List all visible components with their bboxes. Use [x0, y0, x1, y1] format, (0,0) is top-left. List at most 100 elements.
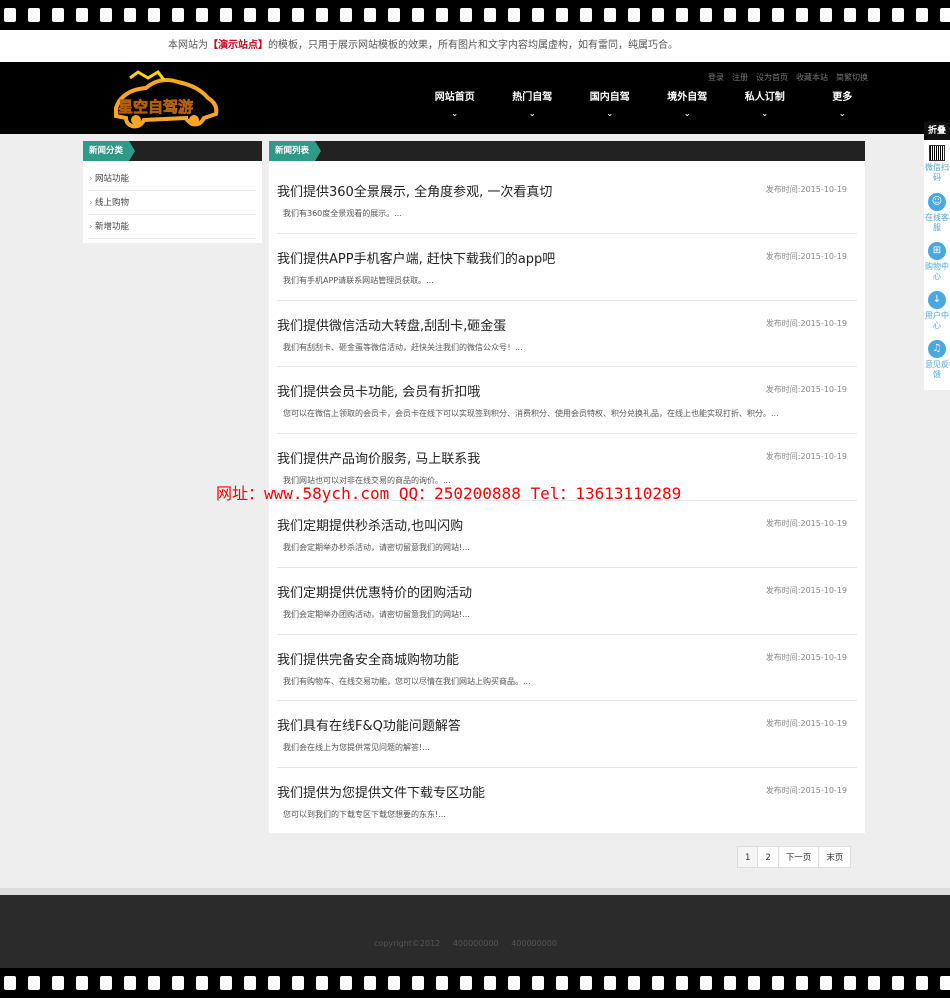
- news-summary: 我们会定期举办团购活动，请密切留意我们的网站!...: [283, 609, 470, 619]
- film-hole: [436, 976, 448, 990]
- film-hole: [28, 976, 40, 990]
- cart-icon: ⊞: [928, 242, 946, 260]
- top-link[interactable]: 注册: [732, 73, 748, 82]
- pager-link[interactable]: 下一页: [777, 846, 820, 868]
- film-hole: [580, 976, 592, 990]
- film-hole: [148, 976, 160, 990]
- film-hole: [436, 8, 448, 22]
- film-hole: [748, 8, 760, 22]
- nav-item[interactable]: 境外自驾 ⌄: [649, 90, 727, 120]
- chevron-down-icon: ⌄: [451, 109, 459, 118]
- film-hole: [76, 8, 88, 22]
- float-item[interactable]: ⊞ 购物中心: [924, 238, 950, 287]
- fold-button[interactable]: 折叠: [924, 122, 950, 140]
- film-hole: [916, 976, 928, 990]
- logo-text: 星空自驾游: [118, 98, 193, 116]
- film-hole: [700, 8, 712, 22]
- pager-link[interactable]: 1: [737, 846, 759, 868]
- film-hole: [100, 8, 112, 22]
- film-hole: [172, 976, 184, 990]
- category-item[interactable]: 网站功能: [89, 167, 256, 191]
- category-item[interactable]: 线上购物: [89, 191, 256, 215]
- news-title-link[interactable]: 我们定期提供优惠特价的团购活动: [277, 582, 472, 601]
- news-title-link[interactable]: 我们提供产品询价服务, 马上联系我: [277, 448, 480, 467]
- news-date-prefix: 发布时间:: [765, 652, 801, 662]
- news-date: 发布时间:2015-10-19: [766, 585, 847, 596]
- top-link[interactable]: 收藏本站: [796, 73, 828, 82]
- nav-item[interactable]: 网站首页 ⌄: [416, 90, 494, 120]
- film-hole: [388, 8, 400, 22]
- film-hole: [508, 8, 520, 22]
- float-item-label: 用户中心: [925, 311, 949, 330]
- pagination: 1 2 下一页 末页: [737, 846, 852, 868]
- pager-link[interactable]: 2: [757, 846, 779, 868]
- news-date-prefix: 发布时间:: [765, 452, 801, 462]
- news-date-value: 2015-10-19: [800, 518, 848, 528]
- float-item[interactable]: 微信扫码: [924, 140, 950, 189]
- news-summary: 您可以在微信上领取的会员卡，会员卡在线下可以实现签到积分、消费积分、使用会员特权…: [283, 409, 779, 419]
- watermark-text: 网址：www.58ych.com QQ：250200888 Tel：136131…: [216, 484, 682, 503]
- nav-item[interactable]: 更多 ⌄: [804, 90, 882, 120]
- category-item[interactable]: 新增功能: [89, 215, 256, 239]
- film-strip-top: [0, 0, 950, 30]
- news-list-header: 新闻列表: [269, 141, 865, 161]
- category-header: 新闻分类: [83, 141, 262, 161]
- news-date: 发布时间:2015-10-19: [766, 318, 847, 329]
- news-title-link[interactable]: 我们具有在线F&Q功能问题解答: [277, 715, 461, 734]
- notice-highlight: 【演示站点】: [208, 40, 268, 51]
- nav-item[interactable]: 热门自驾 ⌄: [494, 90, 572, 120]
- float-item-label: 在线客服: [925, 213, 949, 232]
- news-date-value: 2015-10-19: [800, 251, 848, 261]
- news-date-value: 2015-10-19: [800, 585, 848, 595]
- film-hole: [196, 976, 208, 990]
- news-title-link[interactable]: 我们提供完备安全商城购物功能: [277, 649, 459, 668]
- news-title-link[interactable]: 我们提供APP手机客户端, 赶快下载我们的app吧: [277, 248, 555, 267]
- pager-link[interactable]: 末页: [818, 846, 852, 868]
- film-hole: [364, 976, 376, 990]
- film-hole: [604, 976, 616, 990]
- news-summary: 我们会定期举办秒杀活动，请密切留意我们的网站!...: [283, 542, 470, 552]
- news-date-prefix: 发布时间:: [765, 719, 801, 729]
- news-title-link[interactable]: 我们提供微信活动大转盘,刮刮卡,砸金蛋: [277, 315, 506, 334]
- nav-item-label: 热门自驾: [512, 92, 553, 103]
- site-logo[interactable]: 星空自驾游: [108, 68, 224, 130]
- film-hole: [556, 8, 568, 22]
- news-date: 发布时间:2015-10-19: [766, 652, 847, 663]
- float-item[interactable]: ☺ 在线客服: [924, 189, 950, 238]
- nav-item[interactable]: 国内自驾 ⌄: [571, 90, 649, 120]
- news-date-prefix: 发布时间:: [765, 786, 801, 796]
- news-title-link[interactable]: 我们提供360全景展示, 全角度参观, 一次看真切: [277, 181, 552, 200]
- film-hole: [676, 976, 688, 990]
- film-hole: [796, 976, 808, 990]
- film-hole: [244, 976, 256, 990]
- news-date: 发布时间:2015-10-19: [766, 184, 847, 195]
- footer-copyright: copyright©2012 400000000 400000000: [374, 939, 567, 948]
- footer-phone-1: 400000000: [452, 939, 499, 948]
- chevron-down-icon: ⌄: [838, 109, 846, 118]
- nav-item[interactable]: 私人订制 ⌄: [726, 90, 804, 120]
- news-date: 发布时间:2015-10-19: [766, 518, 847, 529]
- top-link[interactable]: 登录: [708, 73, 724, 82]
- top-link[interactable]: 设为首页: [756, 73, 788, 82]
- film-hole: [796, 8, 808, 22]
- chevron-down-icon: ⌄: [528, 109, 536, 118]
- news-summary: 我们有手机APP请联系网站管理员获取。...: [283, 275, 434, 285]
- film-hole: [916, 8, 928, 22]
- float-item[interactable]: ↓ 用户中心: [924, 287, 950, 336]
- float-item[interactable]: ♫ 意见反馈: [924, 336, 950, 385]
- news-title-link[interactable]: 我们提供为您提供文件下载专区功能: [277, 782, 485, 801]
- film-hole: [268, 976, 280, 990]
- top-link[interactable]: 简繁切换: [836, 73, 868, 82]
- news-title-link[interactable]: 我们提供会员卡功能, 会员有折扣哦: [277, 381, 480, 400]
- film-hole: [76, 976, 88, 990]
- news-date-prefix: 发布时间:: [765, 585, 801, 595]
- notice-prefix: 本网站为: [168, 40, 208, 51]
- film-hole: [124, 976, 136, 990]
- film-hole: [412, 976, 424, 990]
- film-hole: [460, 976, 472, 990]
- film-hole: [868, 8, 880, 22]
- film-hole: [724, 8, 736, 22]
- chevron-down-icon: ⌄: [761, 109, 769, 118]
- news-title-link[interactable]: 我们定期提供秒杀活动,也叫闪购: [277, 515, 463, 534]
- news-item: 我们提供完备安全商城购物功能 发布时间:2015-10-19 我们有购物车、在线交易…: [277, 635, 857, 702]
